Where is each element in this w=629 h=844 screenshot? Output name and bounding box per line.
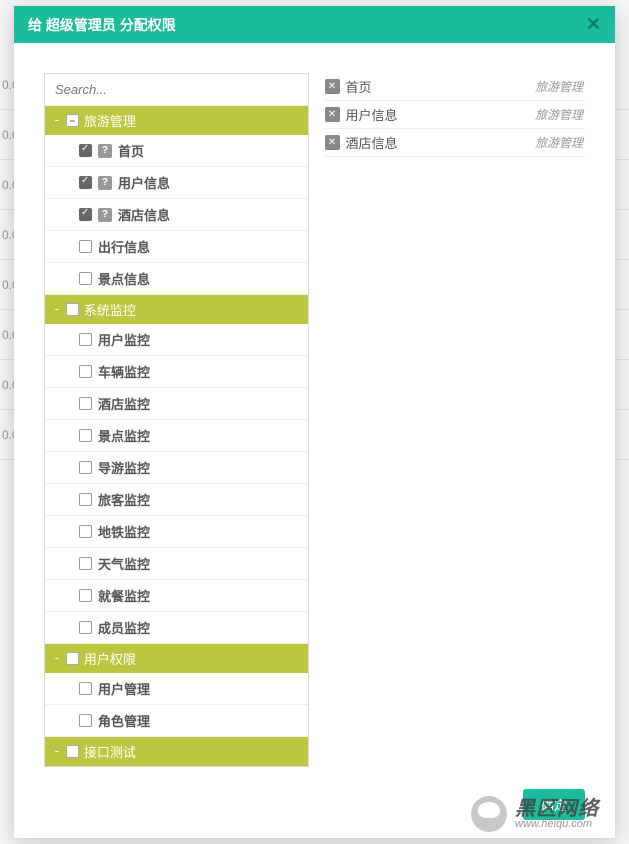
group-label: 旅游管理 [84, 111, 136, 130]
item-checkbox[interactable] [79, 525, 92, 538]
item-label: 景点监控 [98, 426, 150, 445]
modal-footer: 确定 [14, 777, 615, 838]
collapse-icon[interactable]: - [53, 113, 61, 128]
tree-item[interactable]: 景点监控 [45, 420, 308, 452]
tree-item[interactable]: 车辆监控 [45, 356, 308, 388]
remove-icon[interactable]: ✕ [325, 107, 340, 122]
group-checkbox[interactable] [66, 652, 79, 665]
item-checkbox[interactable] [79, 240, 92, 253]
modal-header: 给 超级管理员 分配权限 ✕ [14, 6, 615, 43]
item-label: 车辆监控 [98, 362, 150, 381]
item-checkbox[interactable] [79, 176, 92, 189]
item-label: 天气监控 [98, 554, 150, 573]
item-checkbox[interactable] [79, 333, 92, 346]
item-checkbox[interactable] [79, 429, 92, 442]
search-input[interactable] [45, 74, 308, 106]
tree-group-header[interactable]: - 用户权限 [45, 644, 308, 673]
permission-tree[interactable]: - 旅游管理? 首页? 用户信息? 酒店信息出行信息景点信息 - 系统监控用户监控车辆监控酒… [45, 106, 308, 766]
item-checkbox[interactable] [79, 621, 92, 634]
collapse-icon[interactable]: - [53, 744, 61, 759]
tree-item[interactable]: 景点信息 [45, 263, 308, 295]
selected-item: ✕ 酒店信息 旅游管理 [323, 129, 586, 157]
tree-item[interactable]: 成员监控 [45, 612, 308, 644]
permission-modal: 给 超级管理员 分配权限 ✕ - 旅游管理? 首页? 用户信息? 酒店信息出行信息景点信… [14, 6, 615, 838]
item-checkbox[interactable] [79, 682, 92, 695]
selected-category: 旅游管理 [535, 134, 583, 151]
help-icon[interactable]: ? [98, 208, 112, 222]
tree-group-header[interactable]: - 系统监控 [45, 295, 308, 324]
group-label: 用户权限 [84, 649, 136, 668]
confirm-button[interactable]: 确定 [523, 789, 585, 820]
collapse-icon[interactable]: - [53, 302, 61, 317]
close-icon[interactable]: ✕ [586, 14, 601, 35]
tree-item[interactable]: 出行信息 [45, 231, 308, 263]
item-checkbox[interactable] [79, 461, 92, 474]
selected-category: 旅游管理 [535, 78, 583, 95]
item-label: 酒店监控 [98, 394, 150, 413]
help-icon[interactable]: ? [98, 144, 112, 158]
group-checkbox[interactable] [66, 303, 79, 316]
selected-label: 酒店信息 [346, 133, 398, 152]
tree-item[interactable]: 用户监控 [45, 324, 308, 356]
item-label: 酒店信息 [118, 205, 170, 224]
tree-item[interactable]: ? 首页 [45, 135, 308, 167]
item-label: 成员监控 [98, 618, 150, 637]
tree-item[interactable]: 用户管理 [45, 673, 308, 705]
permission-tree-panel: - 旅游管理? 首页? 用户信息? 酒店信息出行信息景点信息 - 系统监控用户监控车辆监控酒… [44, 73, 309, 767]
selected-label: 首页 [346, 77, 372, 96]
tree-item[interactable]: 就餐监控 [45, 580, 308, 612]
remove-icon[interactable]: ✕ [325, 79, 340, 94]
item-checkbox[interactable] [79, 493, 92, 506]
tree-item[interactable]: 天气监控 [45, 548, 308, 580]
tree-item[interactable]: 酒店监控 [45, 388, 308, 420]
item-label: 用户信息 [118, 173, 170, 192]
group-checkbox[interactable] [66, 114, 79, 127]
group-checkbox[interactable] [66, 745, 79, 758]
item-label: 导游监控 [98, 458, 150, 477]
item-checkbox[interactable] [79, 208, 92, 221]
tree-item[interactable]: ? 用户信息 [45, 167, 308, 199]
item-label: 景点信息 [98, 269, 150, 288]
selected-permissions-panel: ✕首页旅游管理✕用户信息旅游管理✕酒店信息旅游管理 [323, 73, 586, 767]
selected-item: ✕ 用户信息 旅游管理 [323, 101, 586, 129]
group-label: 接口测试 [84, 742, 136, 761]
item-label: 旅客监控 [98, 490, 150, 509]
tree-item[interactable]: 旅客监控 [45, 484, 308, 516]
item-checkbox[interactable] [79, 589, 92, 602]
item-checkbox[interactable] [79, 557, 92, 570]
remove-icon[interactable]: ✕ [325, 135, 340, 150]
selected-item: ✕ 首页 旅游管理 [323, 73, 586, 101]
item-label: 出行信息 [98, 237, 150, 256]
modal-body: -旅游管理?首页?用户信息?酒店信息出行信息景点信息-系统监控用户监控车辆监控酒… [14, 43, 615, 777]
item-checkbox[interactable] [79, 272, 92, 285]
item-label: 角色管理 [98, 711, 150, 730]
item-checkbox[interactable] [79, 144, 92, 157]
item-label: 就餐监控 [98, 586, 150, 605]
item-label: 首页 [118, 141, 144, 160]
item-checkbox[interactable] [79, 714, 92, 727]
tree-item[interactable]: 角色管理 [45, 705, 308, 737]
modal-title: 给 超级管理员 分配权限 [28, 15, 176, 35]
item-checkbox[interactable] [79, 365, 92, 378]
help-icon[interactable]: ? [98, 176, 112, 190]
tree-group-header[interactable]: - 接口测试 [45, 737, 308, 766]
selected-category: 旅游管理 [535, 106, 583, 123]
item-label: 用户监控 [98, 330, 150, 349]
item-label: 地铁监控 [98, 522, 150, 541]
item-checkbox[interactable] [79, 397, 92, 410]
item-label: 用户管理 [98, 679, 150, 698]
selected-label: 用户信息 [346, 105, 398, 124]
tree-group-header[interactable]: - 旅游管理 [45, 106, 308, 135]
tree-item[interactable]: 导游监控 [45, 452, 308, 484]
group-label: 系统监控 [84, 300, 136, 319]
tree-item[interactable]: ? 酒店信息 [45, 199, 308, 231]
tree-item[interactable]: 地铁监控 [45, 516, 308, 548]
collapse-icon[interactable]: - [53, 651, 61, 666]
